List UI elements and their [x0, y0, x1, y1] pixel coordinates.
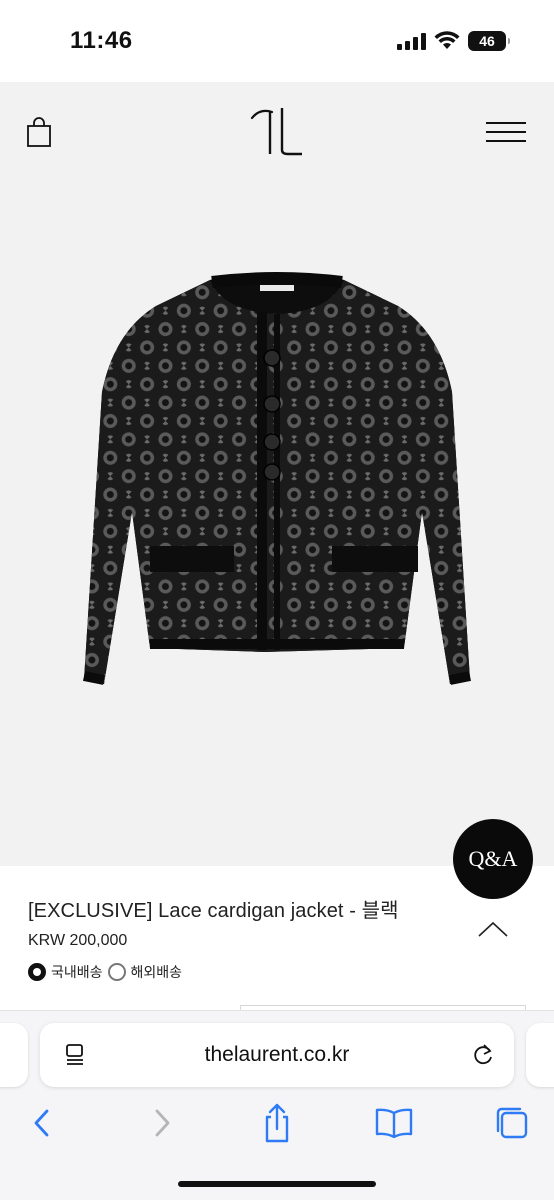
tabs-icon[interactable] — [490, 1101, 534, 1145]
forward-icon[interactable] — [140, 1101, 184, 1145]
reload-icon[interactable] — [470, 1042, 496, 1068]
shipping-option-label: 해외배송 — [130, 964, 183, 980]
chevron-up-icon[interactable] — [476, 918, 510, 940]
lace-jacket-image — [83, 272, 471, 685]
status-time: 11:46 — [70, 27, 133, 54]
bookmarks-icon[interactable] — [372, 1101, 416, 1145]
signal-icon — [397, 33, 427, 50]
shipping-option-domestic[interactable]: 국내배송 — [28, 962, 103, 982]
radio-checked-icon[interactable] — [28, 963, 46, 981]
radio-unchecked-icon[interactable] — [107, 963, 126, 981]
address-bar[interactable]: thelaurent.co.kr — [40, 1023, 514, 1087]
hamburger-menu-icon[interactable] — [486, 120, 526, 144]
shipping-option-international[interactable]: 해외배송 — [107, 962, 183, 982]
product-image[interactable] — [0, 182, 554, 866]
next-tab-preview[interactable] — [526, 1023, 554, 1087]
browser-toolbar — [0, 1101, 554, 1145]
site-header — [0, 82, 554, 182]
page-menu-icon[interactable] — [64, 1043, 86, 1067]
shopping-bag-icon[interactable] — [26, 116, 52, 148]
shipping-options: 국내배송 해외배송 — [28, 962, 187, 982]
wifi-icon — [434, 31, 460, 49]
previous-tab-preview[interactable] — [0, 1023, 28, 1087]
site-logo[interactable] — [248, 104, 306, 160]
product-name: [EXCLUSIVE] Lace cardigan jacket - 블랙 — [28, 900, 399, 922]
back-icon[interactable] — [20, 1101, 64, 1145]
url-text: thelaurent.co.kr — [204, 1043, 350, 1066]
home-indicator[interactable] — [178, 1181, 376, 1187]
battery-icon: 46 — [468, 31, 510, 51]
product-price: KRW 200,000 — [28, 932, 128, 949]
browser-bar: thelaurent.co.kr — [0, 1010, 554, 1200]
qa-button[interactable]: Q&A — [453, 819, 533, 899]
shipping-option-label: 국내배송 — [51, 964, 103, 980]
status-bar: 11:46 46 — [0, 0, 554, 82]
share-icon[interactable] — [255, 1101, 299, 1145]
